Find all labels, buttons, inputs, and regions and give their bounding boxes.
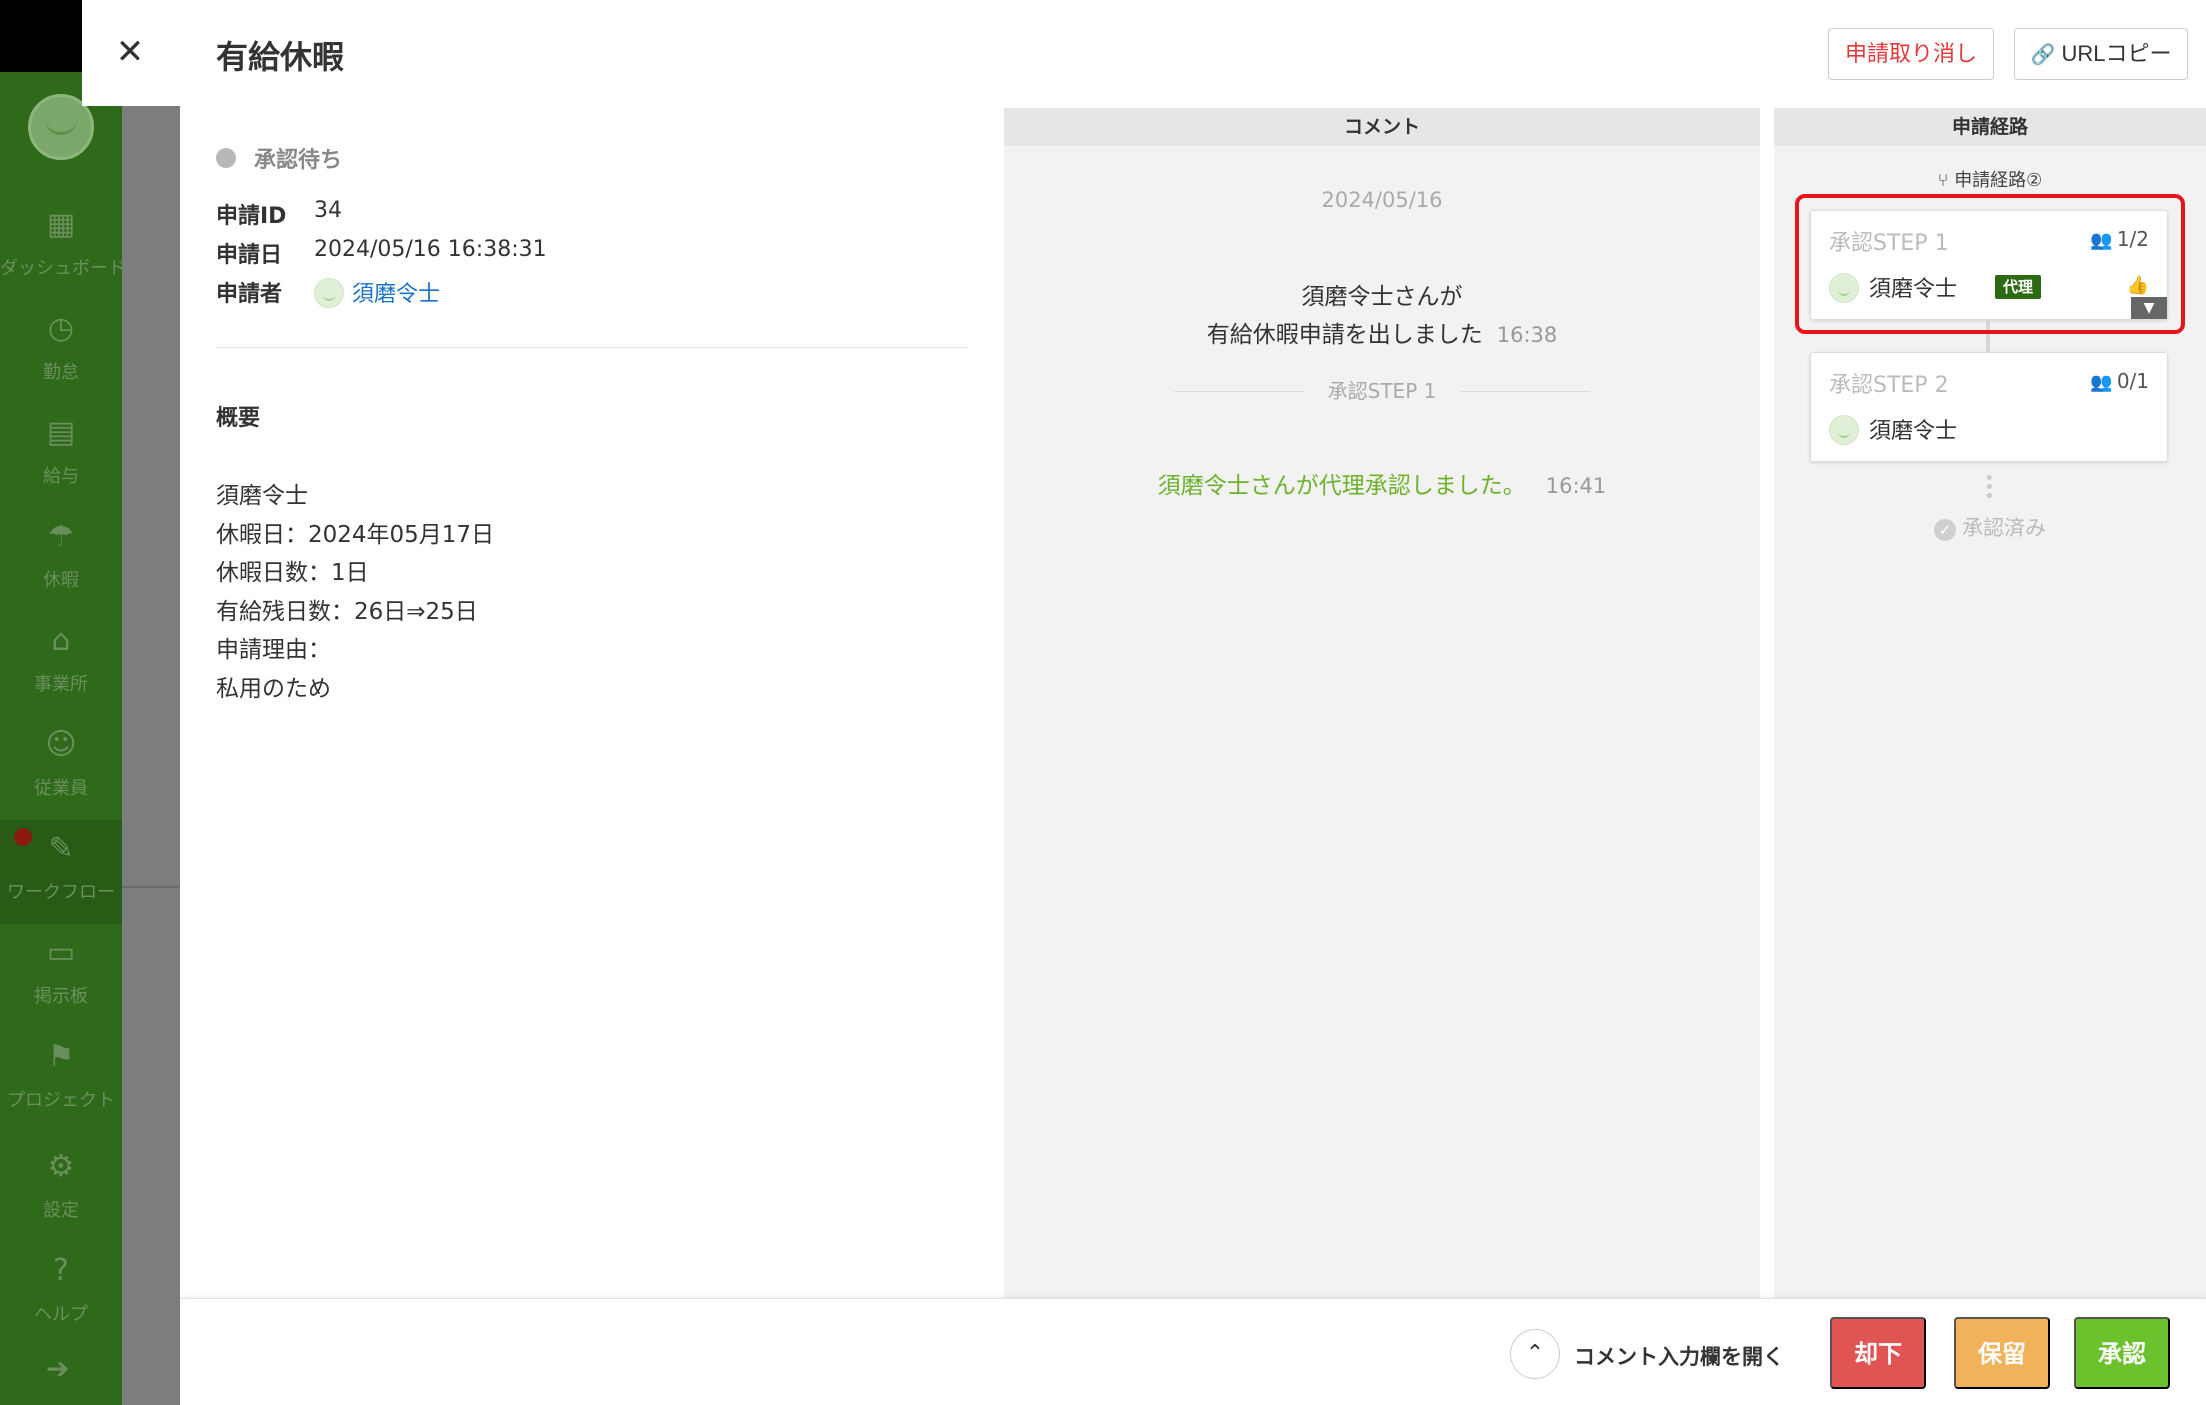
highlight-box [1795, 194, 2185, 334]
step-count-value: 0/1 [2116, 369, 2149, 393]
sidebar: ▦ ダッシュボード ◷ 勤怠 ▤ 給与 ☂ 休暇 ⌂ 事業所 ☺ 従業員 ✎ ワ… [0, 0, 126, 1405]
route-header: 申請経路 [1774, 108, 2206, 146]
comment-message: 須磨令士さんが 有給休暇申請を出しました 16:38 [1004, 278, 1760, 354]
route-name: ⑂ 申請経路② [1774, 166, 2206, 192]
sidebar-item-label: ヘルプ [34, 1304, 88, 1325]
workflow-icon: ✎ [48, 831, 74, 866]
sidebar-item-board[interactable]: ▭ 掲示板 [0, 924, 122, 1028]
route-step-card[interactable]: 承認STEP 2 👥 0/1 須磨令士 [1810, 352, 2168, 462]
sidebar-item-attendance[interactable]: ◷ 勤怠 [0, 300, 122, 404]
sidebar-item-label: 従業員 [34, 778, 88, 799]
check-icon: ✓ [1934, 519, 1956, 541]
message-icon: ▭ [46, 935, 76, 970]
status-dot-icon [216, 148, 236, 168]
home-icon: ⌂ [51, 623, 71, 658]
sidebar-item-settings[interactable]: ⚙ 設定 [0, 1138, 122, 1242]
sidebar-item-label: 設定 [43, 1200, 79, 1221]
page-title: 有給休暇 [216, 38, 345, 76]
step-title: 承認STEP 2 [1829, 373, 1949, 398]
chevron-up-icon[interactable]: ⌃ [1510, 1329, 1560, 1379]
sidebar-item-dashboard[interactable]: ▦ ダッシュボード [0, 196, 126, 300]
summary-line: 私用のため [216, 676, 331, 702]
reject-button[interactable]: 却下 [1830, 1317, 1926, 1389]
sidebar-item-label: ダッシュボード [0, 258, 126, 279]
sidebar-item-label: 事業所 [34, 674, 88, 695]
sidebar-item-employees[interactable]: ☺ 従業員 [0, 716, 122, 820]
application-id-value: 34 [314, 198, 342, 223]
group-icon: 👥 [2090, 372, 2113, 393]
branch-icon: ⑂ [1937, 170, 1955, 191]
approver-avatar [1829, 415, 1859, 445]
application-date-value: 2024/05/16 16:38:31 [314, 237, 547, 262]
sidebar-item-help[interactable]: ? ヘルプ [0, 1242, 122, 1346]
url-copy-label: URLコピー [2061, 41, 2172, 66]
sidebar-item-label: 給与 [43, 466, 79, 487]
applicant-avatar [314, 278, 344, 308]
user-icon: ☺ [45, 727, 77, 762]
expand-sidebar-icon[interactable]: ➔ [46, 1352, 69, 1385]
comment-approval: 須磨令士さんが代理承認しました。 16:41 [1004, 466, 1760, 500]
approve-button[interactable]: 承認 [2074, 1317, 2170, 1389]
applicant-label: 申請者 [216, 282, 283, 307]
status-text: 承認待ち [254, 148, 343, 173]
sidebar-item-workflow[interactable]: ✎ ワークフロー [0, 820, 122, 924]
application-date-label: 申請日 [216, 243, 283, 268]
hold-button[interactable]: 保留 [1954, 1317, 2050, 1389]
summary-line: 有給残日数：26日⇒25日 [216, 599, 478, 625]
sidebar-item-project[interactable]: ⚑ プロジェクト [0, 1028, 122, 1132]
application-id-label: 申請ID [216, 204, 287, 229]
step-dots: • • • [1984, 468, 1995, 507]
section-divider [216, 347, 968, 348]
help-icon: ? [53, 1253, 69, 1288]
cancel-application-button[interactable]: 申請取り消し [1828, 28, 1994, 80]
sidebar-item-label: ワークフロー [7, 882, 115, 903]
sidebar-item-label: 勤怠 [43, 362, 79, 383]
applicant-link[interactable]: 須磨令士 [352, 276, 440, 308]
sidebar-item-label: 掲示板 [34, 986, 88, 1007]
summary-line: 休暇日数：1日 [216, 560, 369, 586]
summary-line: 休暇日：2024年05月17日 [216, 522, 495, 548]
comment-time: 16:38 [1496, 323, 1558, 347]
close-icon[interactable]: ✕ [110, 30, 150, 74]
approved-status: ✓ 承認済み [1774, 512, 2206, 542]
comment-message-line: 須磨令士さんが [1301, 284, 1463, 310]
comment-date: 2024/05/16 [1321, 188, 1443, 212]
summary-title: 概要 [216, 406, 261, 431]
route-name-text: 申請経路② [1954, 170, 2043, 191]
sidebar-item-label: プロジェクト [7, 1090, 115, 1111]
clock-icon: ◷ [47, 311, 75, 346]
approval-message: 須磨令士さんが代理承認しました。 [1157, 473, 1526, 499]
sidebar-item-office[interactable]: ⌂ 事業所 [0, 612, 122, 716]
calculator-icon: ▤ [46, 415, 76, 450]
comment-step-label: 承認STEP 1 [1327, 379, 1437, 403]
dashboard-icon: ▦ [46, 207, 76, 242]
sidebar-item-payroll[interactable]: ▤ 給与 [0, 404, 122, 508]
approved-label: 承認済み [1962, 516, 2046, 540]
flag-icon: ⚑ [47, 1039, 75, 1074]
summary-line: 須磨令士 [216, 483, 308, 509]
approval-time: 16:41 [1545, 474, 1607, 498]
summary-line: 申請理由： [216, 637, 331, 663]
gear-icon: ⚙ [47, 1149, 75, 1184]
approver-name: 須磨令士 [1869, 419, 1958, 444]
sidebar-item-label: 休暇 [43, 570, 79, 591]
comment-message-line: 有給休暇申請を出しました [1206, 322, 1483, 348]
action-footer: ⌃ コメント入力欄を開く 却下 保留 承認 [180, 1298, 2206, 1405]
open-comment-label: コメント入力欄を開く [1574, 1345, 1784, 1369]
sidebar-item-leave[interactable]: ☂ 休暇 [0, 508, 122, 612]
step-count: 👥 0/1 [2090, 369, 2149, 393]
link-icon: 🔗 [2030, 44, 2056, 66]
comment-step-divider: 承認STEP 1 [1174, 376, 1590, 406]
umbrella-icon: ☂ [47, 519, 75, 554]
comment-header: コメント [1004, 108, 1760, 146]
url-copy-button[interactable]: 🔗 URLコピー [2014, 28, 2188, 80]
notification-dot [14, 828, 32, 846]
background-overlay [122, 0, 180, 1405]
comment-panel: コメント 2024/05/16 須磨令士さんが 有給休暇申請を出しました 16:3… [1004, 108, 1760, 1298]
